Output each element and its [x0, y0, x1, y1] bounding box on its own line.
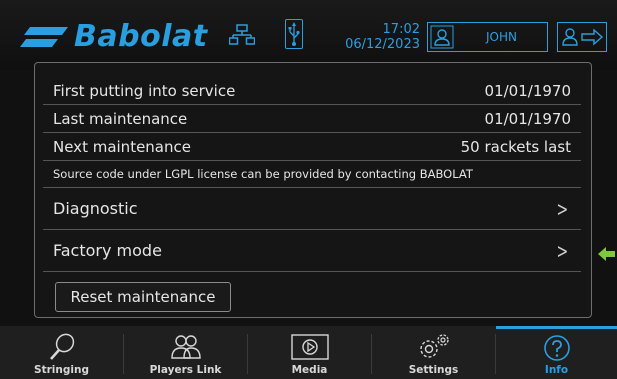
tab-label: Media [291, 364, 328, 376]
menu-item-label: Factory mode [53, 241, 162, 260]
logout-button[interactable] [557, 22, 607, 52]
menu-item-diagnostic[interactable]: Diagnostic > [43, 188, 581, 230]
arrow-left-indicator-icon [598, 247, 615, 261]
license-text: Source code under LGPL license can be pr… [53, 167, 473, 181]
tab-players-link[interactable]: Players Link [124, 326, 247, 379]
user-button[interactable]: JOHN [427, 22, 548, 52]
logout-icon [562, 28, 604, 46]
user-icon [430, 25, 454, 49]
tab-label: Stringing [34, 364, 89, 376]
row-label: Last maintenance [53, 109, 188, 128]
reset-maintenance-button[interactable]: Reset maintenance [55, 282, 231, 312]
chevron-right-icon: > [556, 238, 569, 263]
datetime-display: 17:02 06/12/2023 [334, 22, 420, 52]
network-icon[interactable] [229, 24, 255, 46]
media-icon [290, 334, 329, 360]
screen: Babolat 17:02 06/12/2023 JOHN First putt… [0, 0, 617, 379]
row-label: First putting into service [53, 81, 236, 100]
brand-name: Babolat [74, 18, 208, 54]
gears-icon [419, 334, 449, 358]
tab-label: Players Link [149, 364, 222, 376]
tab-settings[interactable]: Settings [372, 326, 495, 379]
row-label: Next maintenance [53, 137, 191, 156]
menu-item-factory-mode[interactable]: Factory mode > [43, 230, 581, 272]
tab-stringing[interactable]: Stringing [0, 326, 123, 379]
header-bar: Babolat 17:02 06/12/2023 JOHN [0, 0, 617, 70]
date-text: 06/12/2023 [345, 37, 420, 52]
info-panel: First putting into service 01/01/1970 La… [34, 62, 592, 318]
logo-swoosh-icon [20, 27, 68, 47]
user-name: JOHN [486, 30, 517, 44]
license-note: Source code under LGPL license can be pr… [43, 161, 581, 188]
usb-icon[interactable] [285, 19, 303, 49]
tab-label: Settings [408, 364, 459, 376]
bottom-tab-bar: Stringing Players Link Media Settings In… [0, 326, 617, 379]
chevron-right-icon: > [556, 196, 569, 221]
brand-logo: Babolat [18, 16, 208, 56]
info-row-last-maintenance: Last maintenance 01/01/1970 [43, 105, 581, 133]
time-text: 17:02 [382, 22, 420, 37]
tab-label: Info [544, 364, 569, 376]
info-row-first-service: First putting into service 01/01/1970 [43, 77, 581, 105]
players-icon [170, 335, 201, 359]
racket-icon [49, 333, 74, 360]
tab-info[interactable]: Info [496, 326, 617, 379]
row-value: 50 rackets last [460, 137, 571, 156]
tab-media[interactable]: Media [248, 326, 371, 379]
menu-item-label: Diagnostic [53, 199, 138, 218]
info-row-next-maintenance: Next maintenance 50 rackets last [43, 133, 581, 161]
help-icon [543, 335, 570, 361]
row-value: 01/01/1970 [484, 81, 571, 100]
row-value: 01/01/1970 [484, 109, 571, 128]
